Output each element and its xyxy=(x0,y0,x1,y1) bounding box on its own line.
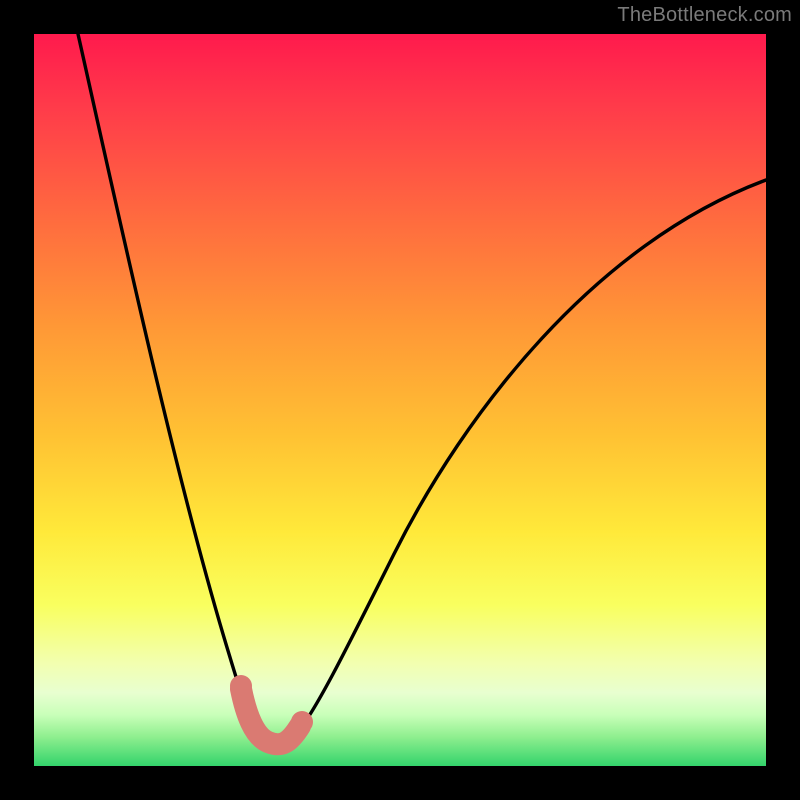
bottleneck-curve-path xyxy=(78,34,766,744)
optimal-range-highlight xyxy=(241,689,300,744)
bottleneck-curve-svg xyxy=(34,34,766,766)
chart-plot-area xyxy=(34,34,766,766)
watermark-text: TheBottleneck.com xyxy=(617,4,792,27)
